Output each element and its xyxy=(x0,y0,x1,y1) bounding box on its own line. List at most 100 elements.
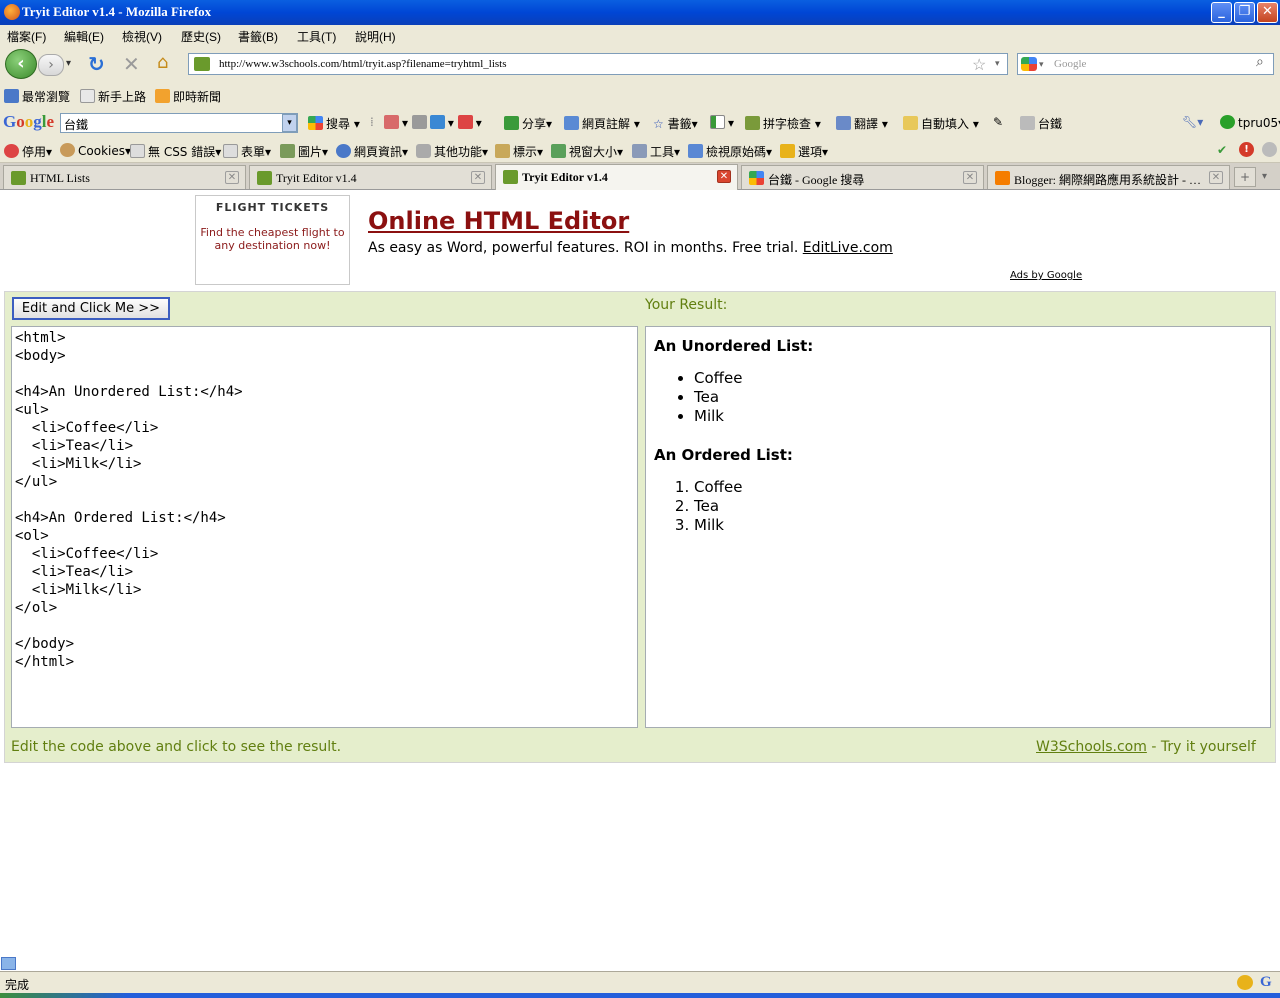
ad-headline-link[interactable]: Online HTML Editor xyxy=(368,207,629,235)
stop-icon[interactable]: ✕ xyxy=(123,52,140,76)
home-icon[interactable]: ⌂ xyxy=(157,52,168,73)
bookmark-most-visited[interactable]: 最常瀏覽 xyxy=(4,88,70,105)
minimize-button[interactable]: _ xyxy=(1211,2,1232,23)
tab-html-lists[interactable]: HTML Lists ✕ xyxy=(3,165,246,189)
engine-dropdown-icon[interactable]: ▾ xyxy=(1039,59,1044,70)
menu-history[interactable]: 歷史(S) xyxy=(181,28,221,45)
wd-misc[interactable]: 其他功能▾ xyxy=(416,143,488,160)
forward-button[interactable]: › xyxy=(38,54,64,76)
close-tab-icon[interactable]: ✕ xyxy=(717,170,731,183)
wd-resize[interactable]: 視窗大小▾ xyxy=(551,143,623,160)
view-source-icon xyxy=(688,144,703,158)
image-icon xyxy=(280,144,295,158)
tab-tryit-1[interactable]: Tryit Editor v1.4 ✕ xyxy=(249,165,492,189)
highlight-icon[interactable]: ✎ xyxy=(993,115,1003,129)
status-icon[interactable] xyxy=(1262,142,1277,157)
pagerank-button[interactable]: ▾ xyxy=(710,115,734,130)
wd-css[interactable]: 無 CSS 錯誤▾ xyxy=(130,143,221,160)
flight-tickets-ad[interactable]: FLIGHT TICKETS Find the cheapest flight … xyxy=(195,195,350,285)
tab-blogger[interactable]: Blogger: 網際網路應用系統設計 - … ✕ xyxy=(987,165,1230,189)
magnifier-icon[interactable]: ⌕ xyxy=(1256,55,1264,71)
menu-bookmarks[interactable]: 書籤(B) xyxy=(238,28,278,45)
bookmark-latest-news[interactable]: 即時新聞 xyxy=(155,88,221,105)
url-bar[interactable]: http://www.w3schools.com/html/tryit.asp?… xyxy=(188,53,1008,75)
toolbar-misc-icons[interactable]: ▾ ▾ ▾ xyxy=(384,115,482,130)
ordered-list: Coffee Tea Milk xyxy=(694,478,1262,535)
translate-button[interactable]: 翻譯 ▾ xyxy=(836,115,888,132)
tab-label: Blogger: 網際網路應用系統設計 - … xyxy=(1014,173,1201,187)
ads-by-google-link[interactable]: Ads by Google xyxy=(1010,270,1082,281)
status-notification-icon[interactable] xyxy=(1,957,16,970)
wrench-icon[interactable]: 🔧︎▾ xyxy=(1182,115,1203,129)
search-bar[interactable]: ▾ Google ⌕ xyxy=(1017,53,1274,75)
web-developer-toolbar: 停用▾ Cookies▾ 無 CSS 錯誤▾ 表單▾ 圖片▾ 網頁資訊▾ 其他功… xyxy=(0,137,1280,163)
menu-edit[interactable]: 編輯(E) xyxy=(64,28,104,45)
star-icon[interactable]: ☆ xyxy=(972,55,986,75)
share-button[interactable]: 分享▾ xyxy=(504,115,552,132)
menu-tools[interactable]: 工具(T) xyxy=(297,28,336,45)
tab-google-search[interactable]: 台鐵 - Google 搜尋 ✕ xyxy=(741,165,984,189)
tab-label: Tryit Editor v1.4 xyxy=(522,170,608,184)
menu-view[interactable]: 檢視(V) xyxy=(122,28,162,45)
bookmark-getting-started[interactable]: 新手上路 xyxy=(80,88,146,105)
magnifier-icon xyxy=(1020,116,1035,130)
w3schools-link[interactable]: W3Schools.com xyxy=(1036,739,1147,755)
maximize-button[interactable]: ❐ xyxy=(1234,2,1255,23)
close-tab-icon[interactable]: ✕ xyxy=(1209,171,1223,184)
wd-disable[interactable]: 停用▾ xyxy=(4,143,52,160)
google-toolbar-search-input[interactable]: 台鐵 xyxy=(60,113,298,133)
menu-file[interactable]: 檔案(F) xyxy=(7,28,46,45)
reload-icon[interactable]: ↻ xyxy=(88,52,105,76)
tab-tryit-active[interactable]: Tryit Editor v1.4 ✕ xyxy=(495,164,738,190)
close-tab-icon[interactable]: ✕ xyxy=(225,171,239,184)
wd-forms[interactable]: 表單▾ xyxy=(223,143,271,160)
back-button[interactable]: ‹ xyxy=(5,49,37,79)
tab-bar: HTML Lists ✕ Tryit Editor v1.4 ✕ Tryit E… xyxy=(0,163,1280,190)
url-dropdown-icon[interactable]: ▾ xyxy=(995,58,1000,69)
gmail-icon xyxy=(457,115,473,129)
list-item: Tea xyxy=(694,497,1262,516)
tab-label: Tryit Editor v1.4 xyxy=(276,171,357,185)
status-bar: 完成 G xyxy=(0,971,1280,993)
autofill-button[interactable]: 自動填入 ▾ xyxy=(903,115,979,132)
bookmarks-button[interactable]: ☆ 書籤▾ xyxy=(653,115,698,132)
translate-icon xyxy=(836,116,851,130)
notebook-button[interactable]: 網頁註解 ▾ xyxy=(564,115,640,132)
checkmark-icon[interactable]: ✔ xyxy=(1217,143,1227,157)
wd-options[interactable]: 選項▾ xyxy=(780,143,828,160)
close-window-button[interactable]: ✕ xyxy=(1257,2,1278,23)
spellcheck-button[interactable]: 拼字檢查 ▾ xyxy=(745,115,821,132)
wd-cookies[interactable]: Cookies▾ xyxy=(60,143,131,158)
ad-link[interactable]: EditLive.com xyxy=(803,240,893,256)
close-tab-icon[interactable]: ✕ xyxy=(963,171,977,184)
wd-images[interactable]: 圖片▾ xyxy=(280,143,328,160)
wd-information[interactable]: 網頁資訊▾ xyxy=(336,143,408,160)
google-engine-icon[interactable] xyxy=(1021,57,1037,71)
addon-status-icon[interactable] xyxy=(1237,975,1253,990)
info-icon xyxy=(336,144,351,158)
tryit-instructions: Edit the code above and click to see the… xyxy=(11,739,342,755)
history-dropdown-icon[interactable]: ▾ xyxy=(66,58,71,69)
list-item: Milk xyxy=(694,516,1262,535)
wd-outline[interactable]: 標示▾ xyxy=(495,143,543,160)
close-tab-icon[interactable]: ✕ xyxy=(471,171,485,184)
wd-view-source[interactable]: 檢視原始碼▾ xyxy=(688,143,772,160)
code-editor-textarea[interactable]: <html> <body> <h4>An Unordered List:</h4… xyxy=(11,326,638,728)
toolbar-separator-icon: ⁞ xyxy=(370,115,374,129)
menu-help[interactable]: 說明(H) xyxy=(355,28,396,45)
chevron-down-icon[interactable]: ▾ xyxy=(282,114,297,132)
gmail-notifier-icon[interactable]: G xyxy=(1260,974,1272,991)
new-tab-button[interactable]: + xyxy=(1234,167,1256,187)
search-term-button[interactable]: 台鐵 xyxy=(1020,115,1062,132)
edit-and-click-button[interactable]: Edit and Click Me >> xyxy=(12,297,170,320)
blogger-favicon-icon xyxy=(995,171,1010,185)
star-icon: ☆ xyxy=(653,117,664,131)
error-icon[interactable]: ! xyxy=(1239,142,1254,157)
window-title: Tryit Editor v1.4 - Mozilla Firefox xyxy=(22,4,212,19)
wd-tools[interactable]: 工具▾ xyxy=(632,143,680,160)
window-title-bar: Tryit Editor v1.4 - Mozilla Firefox _ ❐ … xyxy=(0,0,1280,25)
account-button[interactable]: tpru05▾ xyxy=(1220,115,1280,130)
tab-list-dropdown-icon[interactable]: ▾ xyxy=(1262,171,1267,182)
tab-label: HTML Lists xyxy=(30,171,90,185)
google-search-button[interactable]: 搜尋 ▾ xyxy=(308,115,360,132)
